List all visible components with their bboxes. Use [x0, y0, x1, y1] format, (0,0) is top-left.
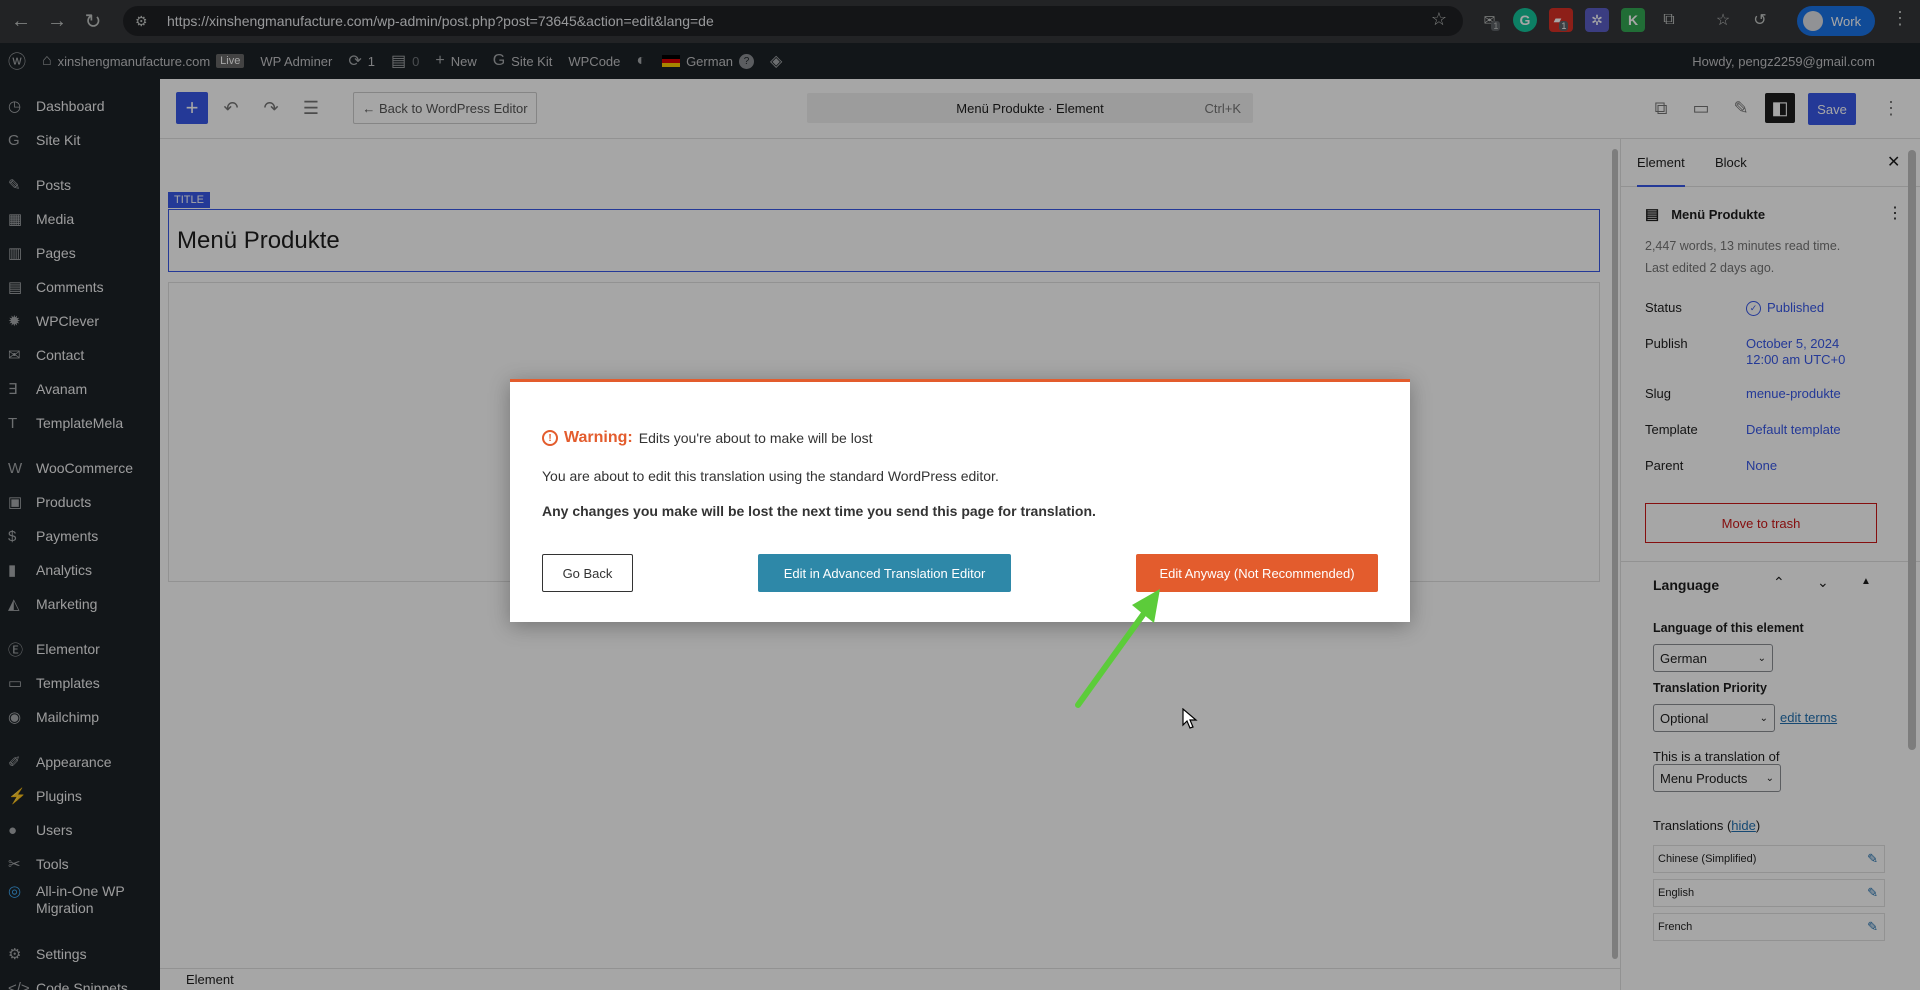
- advanced-translation-editor-button[interactable]: Edit in Advanced Translation Editor: [758, 554, 1011, 592]
- warning-row: ! Warning: Edits you're about to make wi…: [542, 429, 873, 447]
- warning-text: Edits you're about to make will be lost: [638, 430, 873, 446]
- go-back-button[interactable]: Go Back: [542, 554, 633, 592]
- translation-warning-dialog: ! Warning: Edits you're about to make wi…: [510, 379, 1410, 622]
- edit-anyway-label: Edit Anyway (Not Recommended): [1159, 565, 1355, 581]
- dialog-message: You are about to edit this translation u…: [542, 468, 999, 484]
- green-arrow-annotation: [1075, 589, 1160, 708]
- dialog-message-bold: Any changes you make will be lost the ne…: [542, 503, 1096, 519]
- mouse-cursor-icon: [1182, 708, 1198, 729]
- advanced-label: Edit in Advanced Translation Editor: [783, 565, 986, 581]
- edit-anyway-button[interactable]: Edit Anyway (Not Recommended): [1136, 554, 1378, 592]
- warning-label: Warning:: [564, 429, 633, 446]
- warning-icon: !: [542, 430, 558, 446]
- go-back-label: Go Back: [562, 565, 613, 581]
